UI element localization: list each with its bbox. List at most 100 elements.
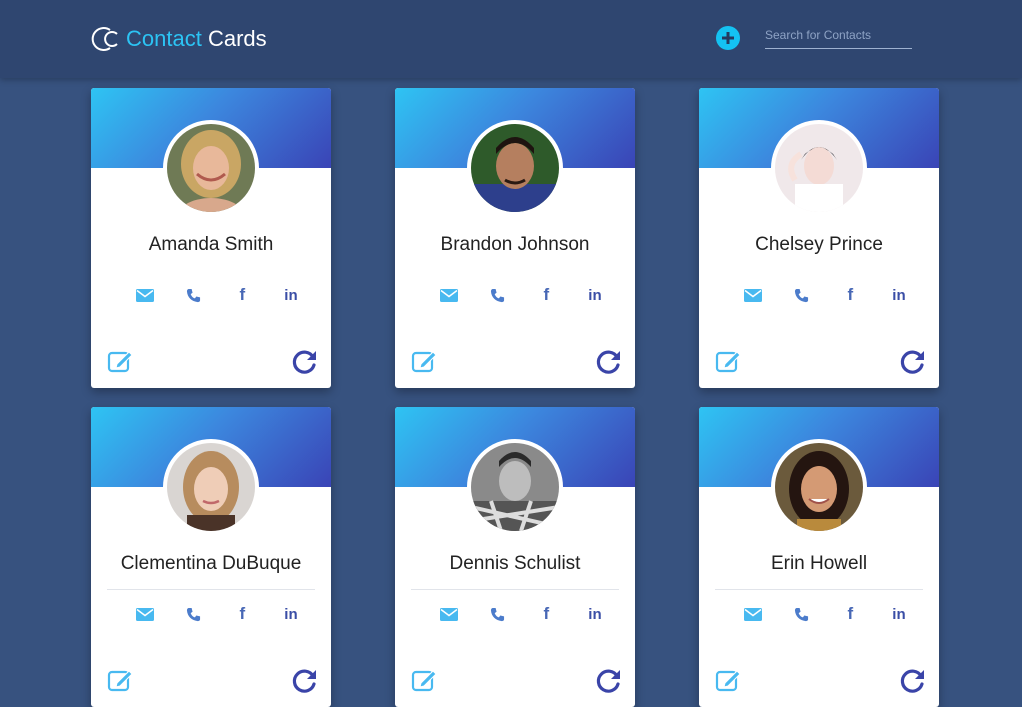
phone-link[interactable]	[792, 604, 812, 624]
avatar-photo	[167, 124, 255, 212]
brand-title: Contact Cards	[126, 24, 267, 54]
refresh-button[interactable]	[595, 667, 623, 695]
envelope-icon	[136, 607, 154, 621]
avatar	[467, 439, 563, 535]
avatar	[771, 439, 867, 535]
linkedin-link[interactable]: in	[281, 285, 301, 305]
avatar-photo	[775, 443, 863, 531]
phone-icon	[795, 607, 809, 621]
linkedin-link[interactable]: in	[585, 285, 605, 305]
facebook-icon: f	[543, 285, 550, 304]
facebook-link[interactable]: f	[536, 604, 556, 624]
envelope-icon	[136, 288, 154, 302]
social-links: f in	[743, 285, 909, 305]
facebook-icon: f	[239, 604, 246, 623]
avatar	[467, 120, 563, 216]
contact-name: Amanda Smith	[148, 234, 274, 255]
phone-link[interactable]	[184, 285, 204, 305]
refresh-icon	[292, 350, 316, 374]
refresh-icon	[292, 669, 316, 693]
refresh-button[interactable]	[291, 348, 319, 376]
email-link[interactable]	[135, 604, 155, 624]
refresh-icon	[596, 350, 620, 374]
linkedin-icon: in	[284, 286, 298, 304]
avatar	[771, 120, 867, 216]
add-contact-button[interactable]	[716, 26, 740, 50]
avatar-photo	[471, 124, 559, 212]
brand[interactable]: Contact Cards	[90, 24, 267, 54]
facebook-link[interactable]: f	[232, 604, 252, 624]
refresh-button[interactable]	[595, 348, 623, 376]
edit-icon	[107, 670, 133, 692]
avatar	[163, 439, 259, 535]
phone-icon	[491, 607, 505, 621]
contact-card: Dennis Schulist f in	[395, 407, 635, 707]
avatar-photo	[775, 124, 863, 212]
social-links: f in	[439, 604, 605, 624]
contact-card: Clementina DuBuque f in	[91, 407, 331, 707]
linkedin-link[interactable]: in	[281, 604, 301, 624]
phone-link[interactable]	[792, 285, 812, 305]
edit-icon	[411, 670, 437, 692]
email-link[interactable]	[439, 604, 459, 624]
divider	[411, 589, 619, 590]
refresh-button[interactable]	[899, 348, 927, 376]
phone-link[interactable]	[184, 604, 204, 624]
contact-card: Erin Howell f in	[699, 407, 939, 707]
linkedin-icon: in	[588, 286, 602, 304]
avatar-photo	[471, 443, 559, 531]
refresh-button[interactable]	[899, 667, 927, 695]
edit-button[interactable]	[411, 348, 439, 374]
linkedin-icon: in	[588, 605, 602, 623]
linkedin-link[interactable]: in	[585, 604, 605, 624]
facebook-icon: f	[847, 604, 854, 623]
phone-icon	[187, 288, 201, 302]
search-input[interactable]	[765, 22, 912, 49]
phone-link[interactable]	[488, 285, 508, 305]
envelope-icon	[744, 607, 762, 621]
social-links: f in	[439, 285, 605, 305]
divider	[715, 589, 923, 590]
email-link[interactable]	[743, 285, 763, 305]
phone-link[interactable]	[488, 604, 508, 624]
divider	[107, 589, 315, 590]
facebook-link[interactable]: f	[232, 285, 252, 305]
phone-icon	[491, 288, 505, 302]
social-links: f in	[743, 604, 909, 624]
contact-card: Chelsey Prince f in	[699, 88, 939, 388]
edit-button[interactable]	[411, 667, 439, 693]
edit-button[interactable]	[107, 667, 135, 693]
linkedin-link[interactable]: in	[889, 285, 909, 305]
brand-title-contact: Contact	[126, 26, 202, 51]
refresh-icon	[900, 669, 924, 693]
contact-name: Erin Howell	[770, 553, 868, 574]
phone-icon	[187, 607, 201, 621]
facebook-link[interactable]: f	[536, 285, 556, 305]
edit-icon	[107, 351, 133, 373]
facebook-icon: f	[847, 285, 854, 304]
facebook-link[interactable]: f	[840, 604, 860, 624]
social-links: f in	[135, 604, 301, 624]
contact-card: Amanda Smith f in	[91, 88, 331, 388]
edit-button[interactable]	[715, 667, 743, 693]
edit-button[interactable]	[715, 348, 743, 374]
edit-icon	[715, 351, 741, 373]
linkedin-icon: in	[892, 605, 906, 623]
contact-name: Chelsey Prince	[755, 234, 883, 255]
contact-name: Dennis Schulist	[449, 553, 581, 574]
avatar-photo	[167, 443, 255, 531]
refresh-icon	[900, 350, 924, 374]
facebook-link[interactable]: f	[840, 285, 860, 305]
email-link[interactable]	[743, 604, 763, 624]
facebook-icon: f	[543, 604, 550, 623]
contact-card: Brandon Johnson f in	[395, 88, 635, 388]
linkedin-icon: in	[892, 286, 906, 304]
email-link[interactable]	[135, 285, 155, 305]
email-link[interactable]	[439, 285, 459, 305]
edit-button[interactable]	[107, 348, 135, 374]
avatar	[163, 120, 259, 216]
contact-name: Clementina DuBuque	[120, 553, 302, 574]
linkedin-link[interactable]: in	[889, 604, 909, 624]
brand-title-cards: Cards	[207, 26, 267, 51]
refresh-button[interactable]	[291, 667, 319, 695]
